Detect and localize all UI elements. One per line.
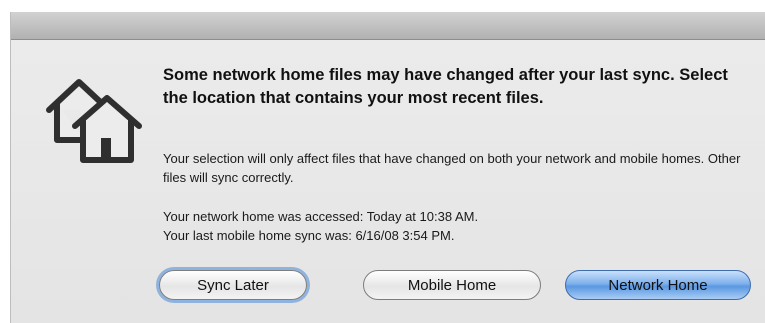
sync-later-button[interactable]: Sync Later xyxy=(159,270,307,300)
sync-dialog: Some network home files may have changed… xyxy=(10,12,765,323)
network-access-text: Your network home was accessed: Today at… xyxy=(163,209,479,224)
last-sync-text: Your last mobile home sync was: 6/16/08 … xyxy=(163,227,455,243)
dialog-headline: Some network home files may have changed… xyxy=(163,66,728,107)
selection-info-text: Your selection will only affect files th… xyxy=(163,151,741,185)
dialog-titlebar xyxy=(11,12,765,40)
network-home-button[interactable]: Network Home xyxy=(565,270,751,300)
sync-status: Your network home was accessed: Today at… xyxy=(163,208,763,245)
mobile-home-button[interactable]: Mobile Home xyxy=(363,270,541,300)
houses-icon xyxy=(46,79,142,163)
